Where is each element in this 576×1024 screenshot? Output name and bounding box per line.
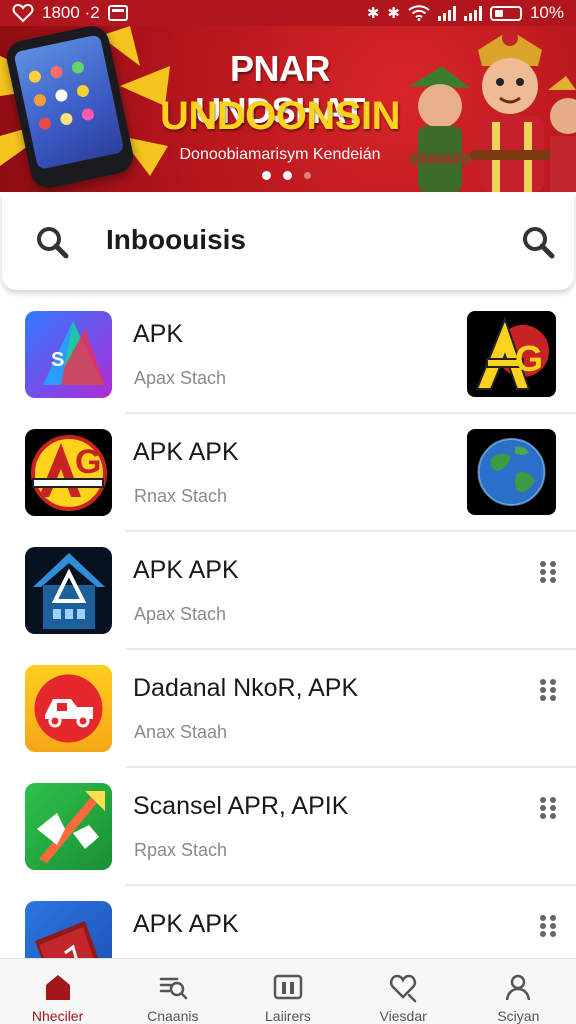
app-title: APK APK [133, 556, 239, 584]
message-icon [107, 5, 128, 21]
app-subtitle: Apax Stach [134, 604, 227, 624]
search-bar[interactable]: Inboouisis [2, 194, 574, 290]
cartoon-characters-illustration [410, 30, 576, 192]
globe-thumbnail[interactable] [467, 429, 556, 515]
svg-text:G: G [515, 338, 543, 379]
profile-icon [506, 974, 531, 1001]
list-item[interactable]: APK APK Apax Stach [0, 532, 576, 650]
pager-dot[interactable] [262, 171, 271, 180]
battery-level: 10% [529, 3, 564, 22]
home-icon [45, 975, 70, 1000]
promo-banner[interactable]: PNAR UNDSHAT UNDOONSIN Donoobiamarisym K… [0, 26, 576, 192]
svg-text:G: G [75, 443, 101, 481]
app-subtitle: Rpax Stach [134, 840, 228, 860]
list-item[interactable]: Dadanal NkoR, APK Anax Staah [0, 650, 576, 768]
list-item[interactable]: G APK APK Rnax Stach [0, 414, 576, 532]
nav-label: Cnaanis [147, 1008, 199, 1024]
drag-handle-icon[interactable] [538, 560, 558, 584]
nav-item-profile[interactable]: Sciyan [461, 959, 576, 1024]
svg-text:S: S [51, 349, 64, 371]
list-item[interactable]: Scansel APR, APIK Rpax Stach [0, 768, 576, 886]
search-icon[interactable] [520, 224, 556, 260]
app-title: APK APK [133, 910, 239, 938]
nav-label: Viesdar [379, 1008, 427, 1024]
drag-handle-icon[interactable] [538, 796, 558, 820]
nav-item-search[interactable]: Cnaanis [115, 959, 230, 1024]
app-title: APK [133, 320, 184, 348]
signal-icon [437, 5, 456, 21]
app-subtitle: Anax Staah [134, 722, 228, 742]
nav-item-messages[interactable]: Viesdar [346, 959, 461, 1024]
banner-title-highlight: UNDOONSIN [160, 94, 400, 138]
library-icon [273, 974, 303, 1000]
nav-item-home[interactable]: Nheciler [0, 959, 115, 1024]
triangle-s-logo: S [25, 311, 112, 398]
app-subtitle: Rnax Stach [134, 486, 228, 506]
drag-handle-icon[interactable] [538, 678, 558, 702]
drag-handle-icon[interactable] [538, 914, 558, 938]
pager-dot[interactable] [304, 172, 311, 179]
list-item[interactable]: S APK Apax Stach G [0, 296, 576, 414]
battery-icon [489, 5, 522, 21]
banner-subtitle: Donoobiamarisym Kendeián [179, 146, 381, 163]
app-title: APK APK [133, 438, 239, 466]
mute-icon: ✱ [366, 4, 380, 22]
bluetooth-icon: ✱ [387, 4, 400, 22]
search-input[interactable]: Inboouisis [106, 224, 246, 256]
search-list-icon [159, 977, 188, 1000]
status-time: 1800 ·2 [42, 3, 100, 22]
chat-heart-icon [390, 974, 417, 1003]
house-logo [25, 547, 112, 634]
banner-pager[interactable] [262, 171, 311, 180]
nav-label: Sciyan [497, 1008, 540, 1024]
status-bar: 1800 ·2 ✱ ✱ 10% [0, 0, 576, 26]
nav-label: Nheciler [31, 1008, 84, 1024]
search-icon[interactable] [34, 224, 70, 260]
arrow-logo [25, 783, 112, 870]
nav-item-library[interactable]: Laiirers [230, 959, 345, 1024]
wifi-icon [408, 5, 430, 21]
app-title: Scansel APR, APIK [133, 792, 349, 820]
nav-label: Laiirers [265, 1008, 311, 1024]
car-logo [25, 665, 112, 752]
app-title: Dadanal NkoR, APK [133, 674, 359, 702]
app-subtitle: Apax Stach [134, 368, 227, 388]
pager-dot[interactable] [283, 171, 292, 180]
heart-icon [12, 3, 34, 23]
bottom-navigation: Nheciler Cnaanis Laiirers Viesdar Sciyan [0, 958, 576, 1024]
signal-icon [463, 5, 482, 21]
ag-logo: G [25, 429, 112, 516]
ag-logo-thumbnail[interactable]: G [467, 311, 556, 397]
